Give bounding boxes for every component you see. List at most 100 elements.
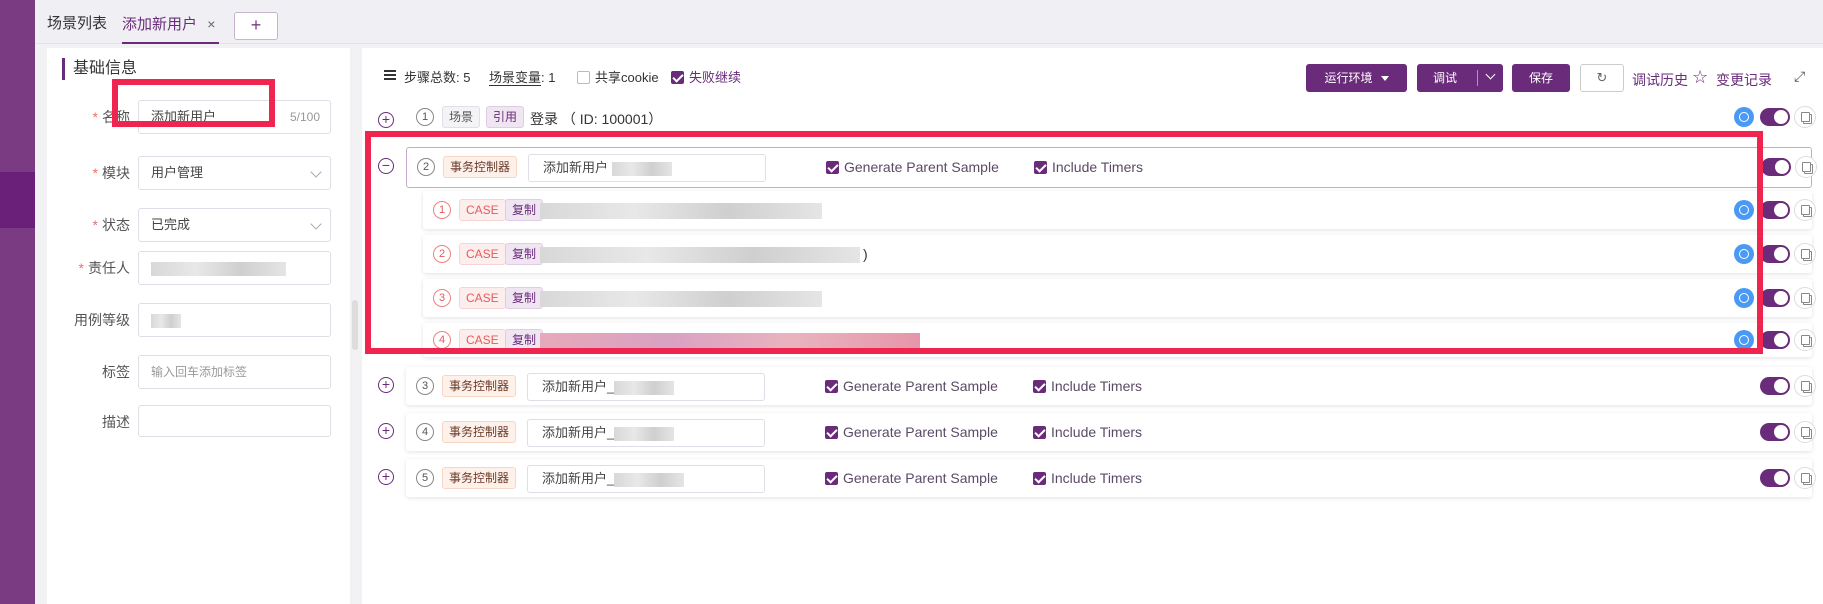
copy-icon[interactable] xyxy=(1794,421,1816,443)
step-name-input[interactable]: 添加新用户_ xyxy=(527,419,765,447)
generate-parent-sample-checkbox[interactable]: Generate Parent Sample xyxy=(825,378,998,394)
checkbox-icon xyxy=(577,71,590,84)
enable-toggle[interactable] xyxy=(1760,377,1790,395)
step-name-input[interactable]: 添加新用户_ xyxy=(527,373,765,401)
level-row: 用例等级 xyxy=(47,303,350,337)
include-timers-checkbox[interactable]: Include Timers xyxy=(1033,470,1142,486)
case-number: 1 xyxy=(433,201,451,219)
menu-icon[interactable] xyxy=(384,70,396,80)
copy-icon[interactable] xyxy=(1794,199,1816,221)
expand-icon[interactable]: ⤢ xyxy=(1794,68,1805,85)
caret-down-icon xyxy=(1380,76,1389,81)
enable-toggle[interactable] xyxy=(1760,289,1790,307)
panel-resize-handle[interactable] xyxy=(352,300,358,350)
run-env-button[interactable]: 运行环境 xyxy=(1306,64,1407,92)
debug-button[interactable]: 调试 xyxy=(1417,64,1503,92)
case-row[interactable]: 2 CASE 复制 ) ••• xyxy=(423,235,1816,273)
basic-info-panel: 基础信息 * 名称 添加新用户 5/100 * 模块 用户管理 * 状态 已完成 * 责… xyxy=(47,48,350,604)
enable-toggle[interactable] xyxy=(1760,201,1790,219)
tab-add-user[interactable]: 添加新用户 × xyxy=(122,0,220,44)
copy-icon[interactable] xyxy=(1795,156,1817,178)
expand-step-icon[interactable]: + xyxy=(378,423,394,439)
step-row-selected[interactable]: 2 事务控制器 添加新用户 Generate Parent Sample Inc… xyxy=(406,147,1817,188)
collapse-step-icon[interactable]: − xyxy=(378,158,394,174)
desc-row: 描述 xyxy=(47,405,350,439)
play-icon[interactable] xyxy=(1734,244,1754,264)
step-row[interactable]: 1 场景 引用 登录 （ ID: 100001） ••• xyxy=(406,102,1816,132)
owner-label: * 责任人 xyxy=(78,260,130,276)
copy-icon[interactable] xyxy=(1794,243,1816,265)
redacted-text xyxy=(614,472,685,487)
tab-scene-list[interactable]: 场景列表 xyxy=(47,0,107,44)
redacted-case-title xyxy=(540,203,822,219)
step-row[interactable]: 4 事务控制器 添加新用户_ Generate Parent Sample In… xyxy=(406,413,1816,451)
refresh-button[interactable]: ↻ xyxy=(1580,64,1624,92)
expand-step-icon[interactable]: + xyxy=(378,469,394,485)
level-select[interactable] xyxy=(138,303,331,337)
play-icon[interactable] xyxy=(1734,200,1754,220)
add-tab-button[interactable]: + xyxy=(234,12,278,40)
redacted-level xyxy=(151,313,181,328)
copy-icon[interactable] xyxy=(1794,287,1816,309)
case-row[interactable]: 3 CASE 复制 ••• xyxy=(423,279,1816,317)
copy-icon[interactable] xyxy=(1794,106,1816,128)
step-name-input[interactable]: 添加新用户 xyxy=(528,154,766,182)
fail-continue-checkbox[interactable]: 失败继续 xyxy=(671,67,741,86)
copy-icon[interactable] xyxy=(1794,467,1816,489)
include-timers-checkbox[interactable]: Include Timers xyxy=(1033,424,1142,440)
include-timers-checkbox[interactable]: Include Timers xyxy=(1033,378,1142,394)
close-icon[interactable]: × xyxy=(207,16,215,32)
scene-variables[interactable]: 场景变量: 1 xyxy=(489,67,555,86)
name-input[interactable]: 添加新用户 5/100 xyxy=(138,100,331,134)
play-icon[interactable] xyxy=(1734,107,1754,127)
desc-textarea[interactable] xyxy=(138,405,331,437)
expand-step-icon[interactable]: + xyxy=(378,112,394,128)
step-number: 4 xyxy=(416,423,434,441)
tags-input[interactable]: 输入回车添加标签 xyxy=(138,355,331,389)
tags-placeholder: 输入回车添加标签 xyxy=(151,365,248,379)
status-select[interactable]: 已完成 xyxy=(138,208,331,242)
enable-toggle[interactable] xyxy=(1761,158,1791,176)
include-timers-checkbox[interactable]: Include Timers xyxy=(1034,159,1143,175)
enable-toggle[interactable] xyxy=(1760,469,1790,487)
generate-parent-sample-checkbox[interactable]: Generate Parent Sample xyxy=(825,470,998,486)
left-nav-active-item[interactable] xyxy=(0,172,35,228)
transaction-controller-tag: 事务控制器 xyxy=(442,375,517,397)
enable-toggle[interactable] xyxy=(1760,331,1790,349)
save-button[interactable]: 保存 xyxy=(1512,64,1570,92)
chevron-down-icon[interactable] xyxy=(1485,69,1496,80)
case-row[interactable]: 1 CASE 复制 ••• xyxy=(423,191,1816,229)
generate-parent-sample-checkbox[interactable]: Generate Parent Sample xyxy=(825,424,998,440)
star-icon: ☆ xyxy=(1692,67,1709,87)
copy-icon[interactable] xyxy=(1794,375,1816,397)
transaction-controller-tag: 事务控制器 xyxy=(443,156,518,178)
debug-history-link[interactable]: 调试历史 xyxy=(1632,70,1688,90)
enable-toggle[interactable] xyxy=(1760,423,1790,441)
status-row: * 状态 已完成 xyxy=(47,208,350,242)
share-cookie-checkbox[interactable]: 共享cookie xyxy=(577,67,659,86)
chevron-down-icon xyxy=(310,166,322,178)
step-row[interactable]: 3 事务控制器 添加新用户_ Generate Parent Sample In… xyxy=(406,367,1816,405)
owner-row: * 责任人 xyxy=(47,251,350,285)
case-tag: CASE xyxy=(459,243,506,265)
copy-icon[interactable] xyxy=(1794,329,1816,351)
module-select[interactable]: 用户管理 xyxy=(138,156,331,190)
change-log-link[interactable]: 变更记录 xyxy=(1716,70,1772,90)
enable-toggle[interactable] xyxy=(1760,245,1790,263)
desc-label: 描述 xyxy=(102,414,130,430)
owner-select[interactable] xyxy=(138,251,331,285)
play-icon[interactable] xyxy=(1734,288,1754,308)
case-row[interactable]: 4 CASE 复制 ••• xyxy=(423,323,1816,357)
expand-step-icon[interactable]: + xyxy=(378,377,394,393)
play-icon[interactable] xyxy=(1734,330,1754,350)
step-name-input[interactable]: 添加新用户_ xyxy=(527,465,765,493)
generate-parent-sample-checkbox[interactable]: Generate Parent Sample xyxy=(826,159,999,175)
enable-toggle[interactable] xyxy=(1760,108,1790,126)
checkbox-checked-icon xyxy=(1033,426,1046,439)
module-value: 用户管理 xyxy=(151,165,204,180)
checkbox-checked-icon xyxy=(825,472,838,485)
level-label: 用例等级 xyxy=(74,312,130,328)
steps-panel: 步骤总数: 5 场景变量: 1 共享cookie 失败继续 运行环境 调试 保存… xyxy=(362,48,1823,604)
step-row[interactable]: 5 事务控制器 添加新用户_ Generate Parent Sample In… xyxy=(406,459,1816,497)
module-label: * 模块 xyxy=(92,165,130,181)
